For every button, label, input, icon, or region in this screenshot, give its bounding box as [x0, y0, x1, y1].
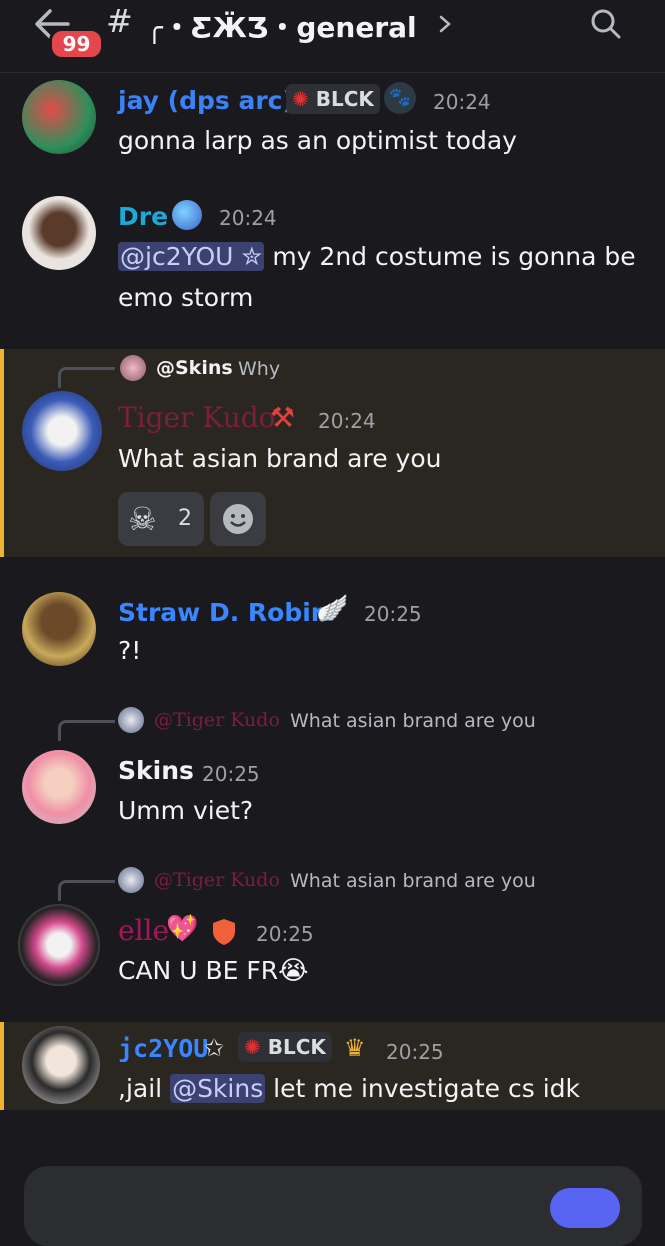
username[interactable]: Skins: [118, 756, 194, 785]
username[interactable]: Dre: [118, 202, 168, 231]
skull-crossbones-icon: ☠: [128, 500, 157, 538]
reply-avatar: [118, 707, 144, 733]
chevron-right-icon[interactable]: [438, 14, 452, 34]
timestamp: 20:25: [256, 922, 314, 946]
reply-connector: [58, 367, 115, 388]
message-text-part: my 2nd costume is gonna be: [264, 242, 636, 271]
avatar[interactable]: [22, 592, 96, 666]
username[interactable]: Tiger Kudo: [118, 401, 276, 434]
avatar[interactable]: [22, 1026, 100, 1104]
message[interactable]: Straw D. Robin 🪽 20:25 ?!: [0, 586, 665, 676]
message-text: What asian brand are you: [118, 444, 442, 473]
crown-icon: ♛: [344, 1034, 366, 1062]
message-highlighted[interactable]: @Skins Why Tiger Kudo ⚒ 20:24 What asian…: [0, 349, 665, 557]
reply-avatar: [118, 867, 144, 893]
message[interactable]: jay (dps arc) ✺ BLCK 🐾 20:24 gonna larp …: [0, 74, 665, 174]
timestamp: 20:24: [219, 206, 277, 230]
avatar[interactable]: [22, 391, 102, 471]
user-mention[interactable]: @Skins: [170, 1074, 266, 1103]
reply-avatar: [120, 355, 146, 381]
username[interactable]: jc2YOU: [118, 1034, 208, 1063]
paw-badge-icon: 🐾: [384, 82, 416, 114]
search-icon[interactable]: [590, 8, 622, 40]
message-text: @jc2YOU ✮ my 2nd costume is gonna be: [118, 236, 636, 277]
hammer-pick-icon: ⚒: [270, 401, 296, 434]
reply-preview[interactable]: Why: [238, 358, 280, 380]
avatar[interactable]: [22, 750, 96, 824]
message-text-line2: emo storm: [118, 283, 254, 312]
reply-preview[interactable]: What asian brand are you: [290, 870, 536, 892]
message-text-part: CAN U BE FR: [118, 956, 279, 985]
server-tag[interactable]: ✺ BLCK: [238, 1032, 332, 1062]
message[interactable]: Dre 20:24 @jc2YOU ✮ my 2nd costume is go…: [0, 190, 665, 330]
add-reaction-button[interactable]: [210, 492, 266, 546]
message-text: ,jail @Skins let me investigate cs idk: [118, 1068, 580, 1109]
message-text: Umm viet?: [118, 796, 254, 825]
channel-hash-icon: #: [106, 2, 133, 40]
send-button[interactable]: [550, 1188, 620, 1228]
message-highlighted[interactable]: jc2YOU ✩ ✺ BLCK ♛ 20:25 ,jail @Skins let…: [0, 1022, 665, 1110]
wing-icon: 🪽: [316, 594, 349, 624]
reply-preview[interactable]: What asian brand are you: [290, 710, 536, 732]
user-mention[interactable]: @jc2YOU ✮: [118, 242, 265, 271]
username[interactable]: elle: [118, 914, 169, 947]
loudly-crying-icon: 😭: [278, 956, 309, 986]
avatar[interactable]: [22, 80, 96, 154]
smiley-icon: [223, 504, 253, 534]
tag-label: BLCK: [267, 1035, 326, 1059]
channel-name[interactable]: ╭・ƸӜƷ・general: [146, 6, 417, 46]
timestamp: 20:24: [318, 409, 376, 433]
reply-username[interactable]: @Tiger Kudo: [154, 869, 280, 891]
reply-username[interactable]: @Tiger Kudo: [154, 709, 280, 731]
message-text: gonna larp as an optimist today: [118, 126, 517, 155]
message-text-part: let me investigate cs idk: [265, 1074, 581, 1103]
star-icon: ✩: [204, 1034, 225, 1062]
unread-badge: 99: [49, 28, 104, 60]
timestamp: 20:25: [386, 1040, 444, 1064]
spider-icon: ✺: [292, 87, 309, 111]
globe-emoji-icon: [172, 200, 202, 230]
reply-connector: [58, 720, 115, 741]
message[interactable]: @Tiger Kudo What asian brand are you ell…: [0, 860, 665, 1000]
reaction-count: 2: [178, 506, 192, 531]
message[interactable]: @Tiger Kudo What asian brand are you Ski…: [0, 700, 665, 840]
timestamp: 20:25: [202, 762, 260, 786]
timestamp: 20:25: [364, 602, 422, 626]
username[interactable]: Straw D. Robin: [118, 598, 329, 627]
username[interactable]: jay (dps arc): [118, 86, 294, 115]
message-text: CAN U BE FR😭: [118, 950, 309, 992]
channel-header: 99 # ╭・ƸӜƷ・general: [0, 0, 665, 73]
spider-icon: ✺: [244, 1035, 261, 1059]
message-text: ?!: [118, 636, 142, 665]
reply-connector: [58, 880, 115, 901]
message-text-part: ,jail: [118, 1074, 171, 1103]
avatar[interactable]: [18, 904, 100, 986]
tag-label: BLCK: [315, 87, 374, 111]
avatar[interactable]: [22, 196, 96, 270]
sparkling-heart-icon: 💖: [166, 914, 199, 944]
shield-icon: [212, 918, 236, 946]
reaction-skull[interactable]: ☠ 2: [118, 492, 204, 546]
reply-username[interactable]: @Skins: [156, 357, 233, 379]
timestamp: 20:24: [433, 90, 491, 114]
server-tag[interactable]: ✺ BLCK: [286, 84, 380, 114]
